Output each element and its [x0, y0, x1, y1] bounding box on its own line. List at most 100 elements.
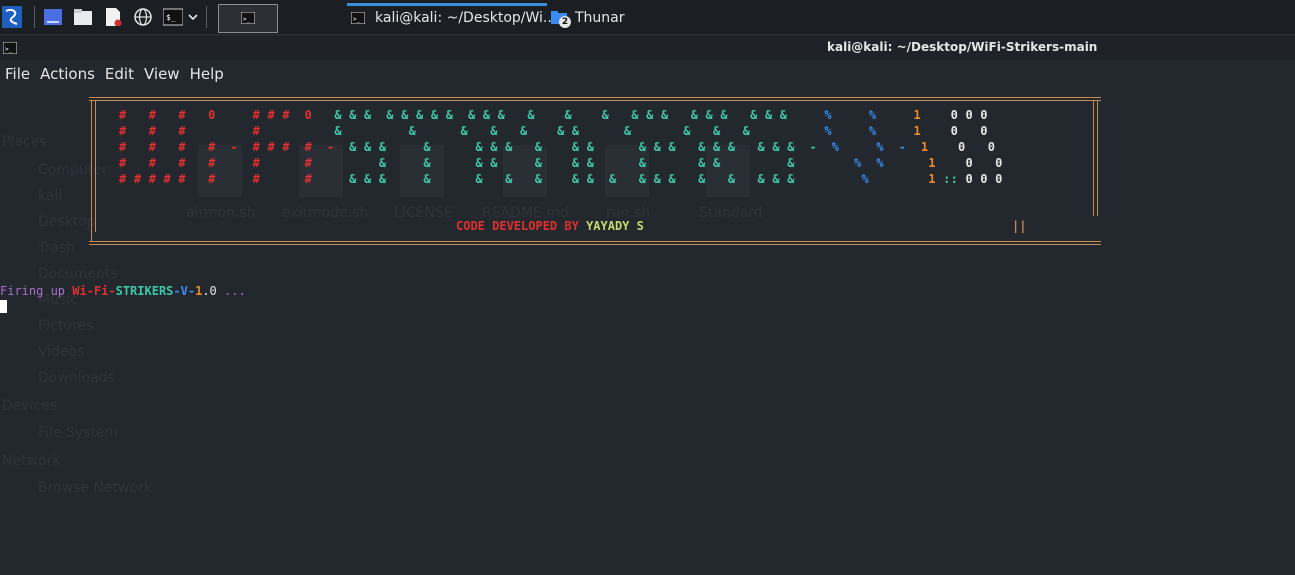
- developer-credit: CODE DEVELOPED BY YAYADY S: [456, 219, 644, 233]
- ascii-art-segment: 0 0 0: [965, 172, 1003, 186]
- window-count-badge: 2: [559, 16, 571, 28]
- svg-text:>_: >_: [353, 16, 361, 23]
- ascii-art-segment: # # # 0 # # # 0: [119, 108, 335, 122]
- ascii-art-segment: 0 0 0: [950, 108, 988, 122]
- ascii-art-line: # # # 0 # # # 0 & & & & & & & & & & & & …: [119, 108, 988, 122]
- ascii-art-line: # # # # # # # # & & & & & & & & & & & & …: [119, 172, 1003, 186]
- devices-heading: Devices: [2, 398, 58, 414]
- ascii-art-segment: & & & & & & & & & & &: [349, 156, 840, 170]
- credit-border: ||: [1012, 219, 1027, 233]
- ascii-art-segment: # # # # # # # #: [119, 172, 350, 186]
- ascii-art-line: # # # # - # # # # - & & & & & & & & & & …: [119, 140, 995, 154]
- ascii-art-segment: 0 0: [965, 156, 1003, 170]
- menu-file[interactable]: File: [0, 62, 35, 86]
- workspace-switcher[interactable]: >_: [218, 4, 278, 33]
- file-manager-icon[interactable]: [74, 8, 92, 26]
- ascii-art-segment: 1: [920, 140, 959, 154]
- place-item: Documents: [38, 266, 118, 282]
- terminal-icon: >_: [351, 12, 365, 24]
- place-item: Trash: [38, 240, 75, 256]
- ascii-art-segment: & & & & & & & & & & & & & & & & & & & -: [349, 140, 832, 154]
- text-editor-icon[interactable]: [104, 8, 122, 26]
- place-item: kali: [38, 188, 63, 204]
- banner-border: [91, 101, 92, 241]
- ellipsis: ...: [216, 284, 246, 298]
- credit-author: YAYADY S: [586, 219, 644, 233]
- credit-label: CODE DEVELOPED BY: [456, 219, 579, 233]
- menu-actions[interactable]: Actions: [35, 62, 100, 86]
- show-desktop-icon[interactable]: [44, 8, 62, 26]
- panel-separator: [34, 6, 35, 28]
- network-heading: Network: [2, 453, 61, 469]
- status-line: Firing up Wi-Fi-STRIKERS-V-1.0 ...: [0, 284, 246, 298]
- banner-border: [1093, 101, 1094, 216]
- window-title: kali@kali: ~/Desktop/WiFi-Strikers-main: [827, 40, 1098, 54]
- ascii-art-segment: & & & & & & & & & & & & & & & & & &: [349, 172, 840, 186]
- ascii-art-segment: 1: [913, 124, 951, 138]
- device-item: File System: [38, 425, 119, 441]
- taskbar-item-label: Thunar: [575, 10, 625, 26]
- terminal-icon: >_: [241, 12, 255, 24]
- ascii-art-segment: & & & & & & & & & & & & & & & & & & & & …: [334, 108, 825, 122]
- banner-border: [95, 101, 96, 232]
- ascii-art-segment: 1: [928, 172, 944, 186]
- file-label: exitmode.sh: [282, 205, 369, 221]
- menu-edit[interactable]: Edit: [100, 62, 139, 86]
- ascii-art-segment: % %: [824, 108, 914, 122]
- taskbar-item-thunar[interactable]: 2 Thunar: [551, 5, 625, 31]
- ascii-art-segment: 1: [928, 156, 966, 170]
- file-label: airmon.sh: [186, 205, 256, 221]
- banner-border: [89, 244, 1101, 245]
- kali-dragon-menu-icon[interactable]: [2, 6, 22, 28]
- ascii-art-segment: # # # # - # # # # -: [119, 140, 350, 154]
- terminal-icon: >_: [3, 42, 17, 54]
- svg-text:>_: >_: [243, 16, 251, 23]
- network-item: Browse Network: [38, 480, 152, 496]
- menu-view[interactable]: View: [139, 62, 185, 86]
- top-panel: $_ >_ >_ kali@kali: ~/Desktop/Wi... 2 Th…: [0, 0, 1295, 35]
- taskbar-item-label: kali@kali: ~/Desktop/Wi...: [375, 10, 557, 26]
- version-rest: .0: [202, 284, 217, 298]
- folder-icon: 2: [551, 10, 571, 28]
- svg-text:$_: $_: [166, 13, 176, 22]
- terminal-cursor: [0, 300, 7, 313]
- file-label: LICENSE: [394, 205, 453, 221]
- terminal-launcher-icon[interactable]: $_: [163, 8, 183, 26]
- ascii-art-segment: % %: [824, 124, 914, 138]
- tool-name-wifi: Wi-Fi-: [72, 284, 116, 298]
- place-item: Videos: [38, 344, 85, 360]
- ascii-art-segment: 1: [913, 108, 951, 122]
- ascii-art-segment: # # # #: [119, 124, 335, 138]
- ascii-art-segment: % %: [839, 156, 929, 170]
- firing-prefix: Firing up: [0, 284, 73, 298]
- tool-name-sep: -V-: [173, 284, 196, 298]
- places-heading: Places: [2, 134, 47, 150]
- web-browser-icon[interactable]: [134, 8, 152, 26]
- ascii-art-line: # # # # & & & & & & & & & & & % % 1 0 0: [119, 124, 988, 138]
- ascii-art-segment: %: [839, 172, 929, 186]
- file-label: Standard: [699, 205, 763, 221]
- ascii-art-segment: % % -: [831, 140, 921, 154]
- banner-border: [89, 100, 1101, 101]
- panel-separator: [206, 6, 207, 28]
- ascii-art-line: # # # # # # & & & & & & & & & & & % % 1 …: [119, 156, 1003, 170]
- ascii-art-segment: 0 0: [958, 140, 996, 154]
- place-item: Desktop: [38, 214, 96, 230]
- taskbar-item-terminal[interactable]: >_ kali@kali: ~/Desktop/Wi...: [351, 5, 556, 31]
- banner-border: [89, 241, 1101, 242]
- ascii-art-segment: 0 0: [950, 124, 988, 138]
- banner-border: [89, 97, 1101, 98]
- ascii-art-segment: & & & & & & & & & & &: [334, 124, 825, 138]
- svg-text:>_: >_: [5, 46, 13, 53]
- place-item: Downloads: [38, 370, 115, 386]
- ascii-art-segment: ::: [943, 172, 966, 186]
- banner-border: [1097, 101, 1098, 216]
- place-item: Pictures: [38, 318, 94, 334]
- ascii-art-segment: # # # # # #: [119, 156, 350, 170]
- place-item: Computer: [38, 162, 108, 178]
- tool-name-strikers: STRIKERS: [115, 284, 174, 298]
- menu-bar: File Actions Edit View Help: [0, 62, 1295, 86]
- menu-help[interactable]: Help: [185, 62, 229, 86]
- chevron-down-icon[interactable]: [187, 8, 199, 26]
- window-titlebar[interactable]: >_: [0, 36, 1295, 60]
